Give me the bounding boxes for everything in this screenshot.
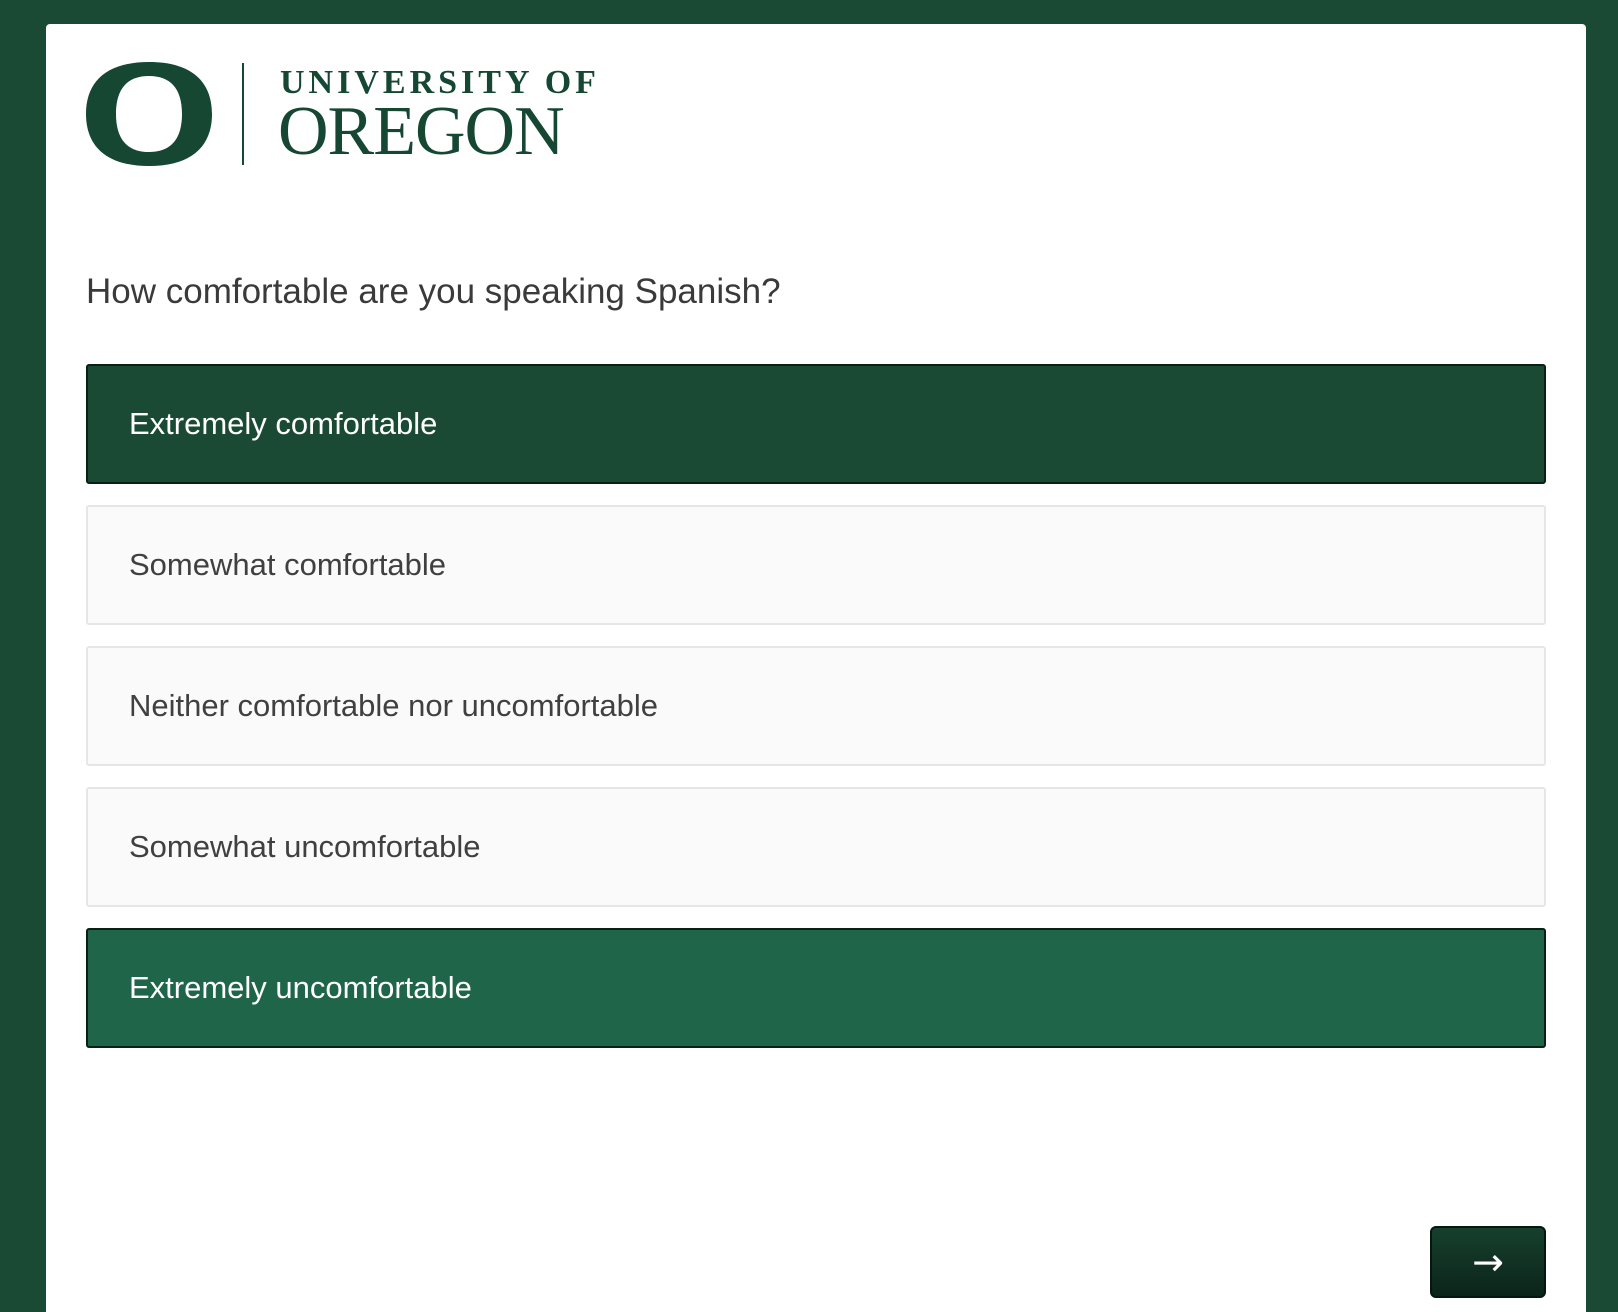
choice-somewhat-comfortable[interactable]: Somewhat comfortable [86, 505, 1546, 625]
choice-somewhat-uncomfortable[interactable]: Somewhat uncomfortable [86, 787, 1546, 907]
logo-divider [242, 63, 244, 165]
choice-neither[interactable]: Neither comfortable nor uncomfortable [86, 646, 1546, 766]
choice-label: Extremely comfortable [129, 406, 438, 441]
survey-card: UNIVERSITY OF OREGON How comfortable are… [46, 24, 1586, 1312]
choice-label: Extremely uncomfortable [129, 970, 472, 1005]
logo-wordmark: UNIVERSITY OF OREGON [278, 65, 600, 170]
choice-label: Neither comfortable nor uncomfortable [129, 688, 658, 723]
choice-list: Extremely comfortable Somewhat comfortab… [86, 364, 1546, 1069]
arrow-right-icon: → [1472, 1240, 1504, 1284]
choice-extremely-comfortable[interactable]: Extremely comfortable [86, 364, 1546, 484]
oregon-o-logo-icon [86, 62, 212, 166]
choice-label: Somewhat comfortable [129, 547, 447, 582]
next-button[interactable]: → [1430, 1226, 1546, 1298]
choice-extremely-uncomfortable[interactable]: Extremely uncomfortable [86, 928, 1546, 1048]
choice-label: Somewhat uncomfortable [129, 829, 481, 864]
logo-line-2: OREGON [278, 93, 565, 170]
question-text: How comfortable are you speaking Spanish… [86, 272, 781, 311]
university-logo: UNIVERSITY OF OREGON [86, 62, 600, 170]
